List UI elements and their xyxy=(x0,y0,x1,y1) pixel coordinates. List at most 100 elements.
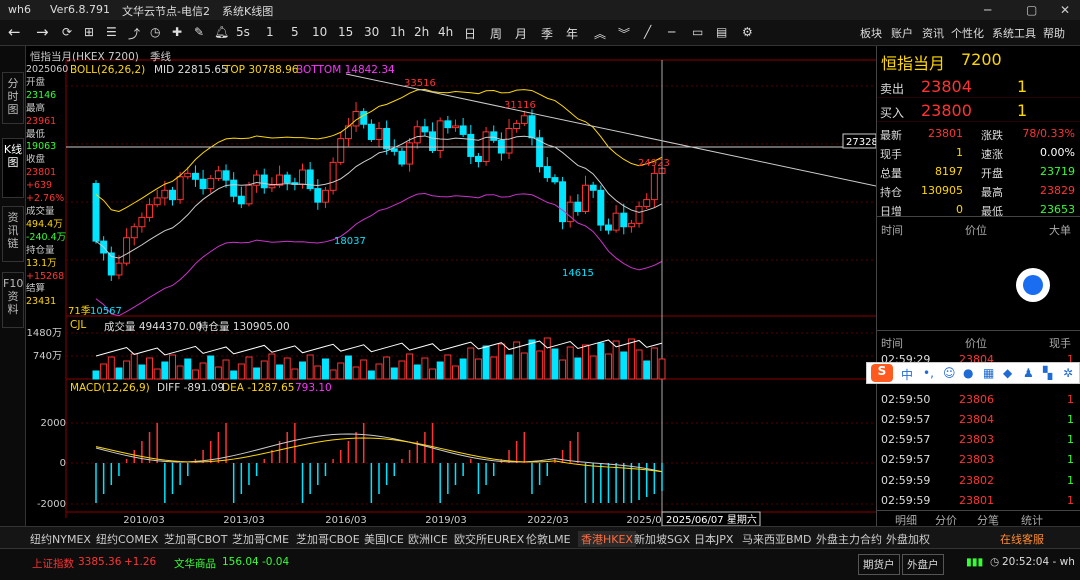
online-service-link[interactable]: 在线客服 xyxy=(1000,531,1044,547)
ime-logo[interactable]: S xyxy=(871,364,893,382)
menu-account[interactable]: 账户 xyxy=(891,25,913,41)
box-icon[interactable]: ▭ xyxy=(692,25,703,39)
period-10[interactable]: 10 xyxy=(312,25,327,39)
server-node[interactable]: 文华云节点-电信2 xyxy=(122,3,210,19)
tab-news[interactable]: 资讯链 xyxy=(2,206,24,262)
list-icon[interactable]: ☰ xyxy=(106,25,117,39)
refresh-icon[interactable]: ⟳ xyxy=(62,25,72,39)
back-icon[interactable]: ← xyxy=(8,23,21,41)
trendline-icon[interactable]: ╱ xyxy=(644,25,651,39)
exchange-tab[interactable]: 美国ICE xyxy=(364,531,404,547)
candle-body xyxy=(214,170,222,179)
exchange-tab[interactable]: 芝加哥CBOT xyxy=(164,531,227,547)
volume-bar xyxy=(222,359,230,380)
tab-kline[interactable]: K线图 xyxy=(2,138,24,198)
chart-period[interactable]: 季线 xyxy=(150,49,171,64)
menu-sector[interactable]: 板块 xyxy=(860,25,882,41)
draw-icon[interactable]: ✎ xyxy=(194,25,204,39)
exchange-tab[interactable]: 新加坡SGX xyxy=(634,531,690,547)
grid-icon[interactable]: ⊞ xyxy=(84,25,94,39)
ime-emoji-icon[interactable]: ☺ xyxy=(943,366,956,380)
period-1[interactable]: 1 xyxy=(266,25,274,39)
quote-stat-row: 现手 1 速涨 0.00% xyxy=(877,143,1080,161)
volume-bar xyxy=(497,343,505,380)
sell-row[interactable]: 卖出 23804 1 xyxy=(877,76,1080,98)
boll-label[interactable]: BOLL(26,26,2) xyxy=(70,64,145,76)
version: Ver6.8.791 xyxy=(50,3,110,16)
ime-user-icon[interactable]: ♟ xyxy=(1023,366,1034,380)
ime-toolbar[interactable]: S 中 •, ☺ ● ▦ ◆ ♟ ▚ ✲ xyxy=(866,362,1080,384)
foreign-account-button[interactable]: 外盘户 xyxy=(902,554,944,575)
exchange-tab[interactable]: 欧交所EUREX xyxy=(454,531,524,547)
period-4h[interactable]: 4h xyxy=(438,25,453,39)
exchange-tab[interactable]: 芝加哥CBOE xyxy=(296,531,360,547)
volume-bar xyxy=(352,366,360,380)
exchange-tab[interactable]: 纽约COMEX xyxy=(96,531,158,547)
ime-settings-icon[interactable]: ✲ xyxy=(1063,366,1073,380)
ime-punct-icon[interactable]: •, xyxy=(923,366,934,380)
menu-personalize[interactable]: 个性化 xyxy=(951,25,984,41)
wh-index-value: 156.04 xyxy=(222,556,259,568)
period-5[interactable]: 5 xyxy=(291,25,299,39)
period-1h[interactable]: 1h xyxy=(390,25,405,39)
volume-bar xyxy=(528,339,536,380)
period-week[interactable]: 周 xyxy=(490,25,502,42)
maximize-icon[interactable]: ▢ xyxy=(1026,3,1037,17)
volume-bar xyxy=(276,364,284,380)
hline-icon[interactable]: ─ xyxy=(668,25,675,39)
ime-lang[interactable]: 中 xyxy=(901,366,913,383)
macd-label[interactable]: MACD(12,26,9) xyxy=(70,382,150,394)
kline-chart[interactable]: 27328 33516 31116 24923 18037 14615 1056771季 14… xyxy=(26,46,876,526)
volume-bar xyxy=(161,361,169,380)
menu-tools[interactable]: 系统工具 xyxy=(992,25,1036,41)
zoom-out-icon[interactable]: ︾ xyxy=(618,25,630,42)
volume-bar xyxy=(421,357,429,380)
calc-icon[interactable]: ▤ xyxy=(716,25,727,39)
exchange-tab[interactable]: 日本JPX xyxy=(694,531,733,547)
tab-f10[interactable]: F10资料 xyxy=(2,272,24,328)
period-year[interactable]: 年 xyxy=(566,25,578,42)
period-month[interactable]: 月 xyxy=(515,25,527,42)
candle-body xyxy=(130,226,138,239)
cycle-icon[interactable]: ◷ xyxy=(150,25,160,39)
buy-row[interactable]: 买入 23800 1 xyxy=(877,100,1080,122)
ime-apps-icon[interactable]: ▚ xyxy=(1043,366,1052,380)
tab-timeshare[interactable]: 分时图 xyxy=(2,72,24,124)
alert-icon[interactable]: 🔔︎ xyxy=(214,25,229,39)
exchange-tab[interactable]: 马来西亚BMD xyxy=(742,531,812,547)
period-quarter[interactable]: 季 xyxy=(541,25,553,42)
futures-account-button[interactable]: 期货户 xyxy=(858,554,900,575)
period-2h[interactable]: 2h xyxy=(414,25,429,39)
exchange-tab[interactable]: 伦敦LME xyxy=(526,531,571,547)
ime-voice-icon[interactable]: ● xyxy=(963,366,973,380)
assistant-float-button[interactable] xyxy=(1016,268,1050,302)
menu-help[interactable]: 帮助 xyxy=(1043,25,1065,41)
exchange-tab[interactable]: 外盘主力合约 xyxy=(816,531,882,547)
period-15[interactable]: 15 xyxy=(338,25,353,39)
candle-body xyxy=(627,222,635,228)
bigorder-header-time: 时间 xyxy=(881,224,903,237)
period-30[interactable]: 30 xyxy=(364,25,379,39)
cjl-label[interactable]: CJL xyxy=(70,319,86,331)
forward-icon[interactable]: → xyxy=(36,23,49,41)
period-5s[interactable]: 5s xyxy=(236,25,250,39)
ime-keyboard-icon[interactable]: ▦ xyxy=(983,366,994,380)
exchange-tab[interactable]: 香港HKEX xyxy=(578,531,636,547)
bar-info-item: +15268 xyxy=(26,270,65,282)
settings-icon[interactable]: ⚙ xyxy=(742,25,753,39)
close-icon[interactable]: ✕ xyxy=(1060,3,1070,17)
crosshair-icon[interactable]: ✚ xyxy=(172,25,182,39)
indicator-icon[interactable]: ⤴ xyxy=(128,25,140,42)
exchange-tab[interactable]: 纽约NYMEX xyxy=(30,531,91,547)
zoom-in-icon[interactable]: ︽ xyxy=(594,25,606,42)
volume-bar xyxy=(467,347,475,380)
macd-dea: DEA -1287.65 xyxy=(222,382,295,394)
menu-news[interactable]: 资讯 xyxy=(922,25,944,41)
period-day[interactable]: 日 xyxy=(464,25,476,42)
exchange-tab[interactable]: 欧洲ICE xyxy=(408,531,448,547)
exchange-tab[interactable]: 芝加哥CME xyxy=(232,531,289,547)
exchange-tab[interactable]: 外盘加权 xyxy=(886,531,930,547)
minimize-icon[interactable]: ─ xyxy=(984,3,991,17)
ime-skin-icon[interactable]: ◆ xyxy=(1003,366,1012,380)
candle-body xyxy=(360,111,368,125)
